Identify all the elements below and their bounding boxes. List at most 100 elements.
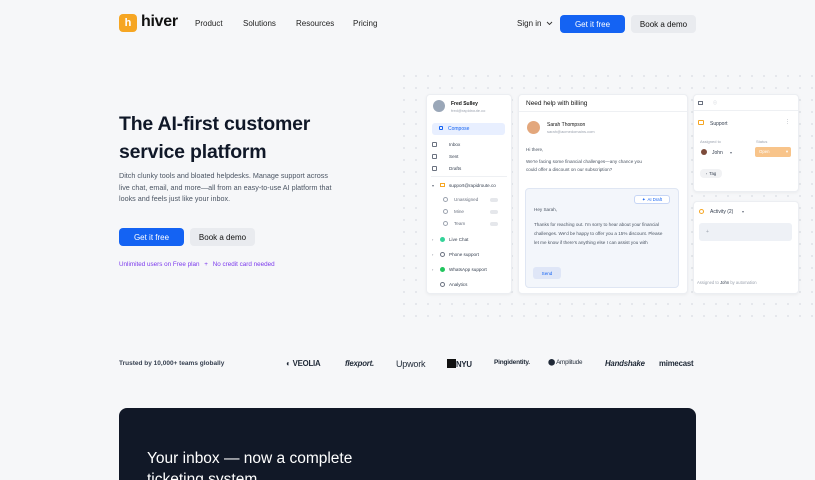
brand-nyu: NYU [447,359,472,369]
sub-team[interactable]: Team [454,221,465,226]
chevron-right-icon: › [432,267,434,272]
activity-icon [699,209,704,214]
avatar [433,100,445,112]
assignee-name[interactable]: John [712,150,723,156]
channel-live-chat[interactable]: Live Chat [449,237,468,242]
assigned-who: John [720,280,730,285]
chevron-down-icon: ▾ [742,209,745,214]
phone-icon [440,252,445,257]
assignee-avatar [701,149,707,155]
nyu-torch-icon [447,359,456,368]
activity-label[interactable]: Activity (2) [710,209,733,215]
hero-subtitle: Ditch clunky tools and bloated helpdesks… [119,171,332,204]
brand-upwork: Upwork [396,359,426,369]
mail-icon [440,183,445,187]
sub-mine[interactable]: Mine [454,209,464,214]
user-icon [443,197,448,202]
nav-inbox[interactable]: Inbox [449,142,460,147]
assigned-activity: Assigned to John by automation [697,280,757,285]
divider [519,111,687,112]
hiver-logo-icon[interactable]: h [119,14,137,32]
nav-solutions[interactable]: Solutions [243,19,276,28]
toggle[interactable] [490,210,498,214]
chevron-down-icon: ▾ [785,149,788,154]
toggle[interactable] [490,222,498,226]
draft-body: Thanks for reaching out. I'm sorry to he… [534,222,663,245]
mailbox-label[interactable]: support@rapidroute.co [449,183,496,188]
nav-drafts[interactable]: Drafts [449,166,461,171]
tag-label: Tag [709,171,717,176]
channel-phone[interactable]: Phone support [449,252,479,257]
panel-tab-2[interactable]: ⓘ [713,100,717,106]
nav-get-it-free-button[interactable]: Get it free [560,15,625,33]
note-no-card: No credit card needed [212,261,275,268]
brand-veolia: ◐ VEOLIA [286,359,321,368]
hero-get-it-free-button[interactable]: Get it free [119,228,184,246]
brand-veolia-label: VEOLIA [292,359,321,368]
note-separator: + [204,261,208,268]
brand-name[interactable]: hiver [141,13,178,31]
send-button[interactable]: Send [533,267,561,279]
drafts-icon [432,166,437,171]
more-icon[interactable]: ⋮ [785,119,790,125]
brand-ping: Pingidentity. [494,359,530,366]
divider [694,110,798,111]
nav-sent[interactable]: Sent [449,154,458,159]
tag-icon: ◦ [705,171,708,176]
sign-in-link[interactable]: Sign in [517,19,553,28]
add-icon[interactable]: + [706,229,709,235]
hero-title: The AI-first customer service platform [119,113,311,163]
chevron-right-icon: › [432,237,434,242]
sender-avatar [527,121,540,134]
status-label: Status [756,139,768,144]
brand-handshake: Handshake [605,359,645,368]
status-select[interactable]: Open ▾ [755,147,791,157]
user-name: Fred Sulley [451,101,478,107]
email-body: We're facing some financial challenges—a… [526,159,642,172]
analytics-icon [440,282,445,287]
brand-amplitude-label: Amplitude [556,359,583,366]
draft-greeting: Hey Sarah, [534,207,557,212]
team-icon [443,221,448,226]
compose-icon [439,126,443,130]
compose-label: Compose [448,126,470,132]
brand-amplitude: ⬤ Amplitude [548,359,582,366]
sparkle-icon: ✦ [641,196,646,202]
whatsapp-icon [440,267,445,272]
sub-unassigned[interactable]: Unassigned [454,197,478,202]
channel-analytics[interactable]: Analytics [449,282,467,287]
sent-icon [432,154,437,159]
hero-book-demo-button[interactable]: Book a demo [190,228,255,246]
status-value: Open [759,149,770,154]
nav-resources[interactable]: Resources [296,19,334,28]
divider [431,176,507,177]
chevron-down-icon: ▾ [432,183,435,188]
channel-whatsapp[interactable]: WhatsApp support [449,267,487,272]
nav-pricing[interactable]: Pricing [353,19,377,28]
activity-input[interactable] [699,223,792,241]
assigned-prefix: Assigned to [697,280,719,285]
chevron-down-icon: ▾ [730,150,733,155]
brand-nyu-label: NYU [456,360,472,369]
tag-button[interactable]: ◦ Tag [700,169,722,178]
user-email: fred@rapidroute.co [451,108,486,113]
inbox-icon [432,142,437,147]
section-title: Your inbox — now a complete ticketing sy… [147,450,353,480]
info-icon: ⓘ [713,100,717,105]
brand-flexport: flexport. [345,359,374,368]
sender-email: sarah@acmedomains.com [547,129,595,134]
thread-title: Need help with billing [526,100,588,107]
toggle[interactable] [490,198,498,202]
chevron-right-icon: › [432,252,434,257]
panel-support: Support [710,121,728,127]
hero-note: Unlimited users on Free plan + No credit… [119,260,279,270]
nav-product[interactable]: Product [195,19,223,28]
sender-name: Sarah Thompson [547,122,586,128]
amplitude-icon: ⬤ [548,359,555,366]
sign-in-label: Sign in [517,19,542,28]
ticket-tab-icon[interactable] [698,101,703,105]
trusted-label: Trusted by 10,000+ teams globally [119,360,225,367]
support-icon [698,120,704,125]
nav-book-demo-button[interactable]: Book a demo [631,15,696,33]
ai-draft-badge: ✦ AI Draft [634,195,670,204]
